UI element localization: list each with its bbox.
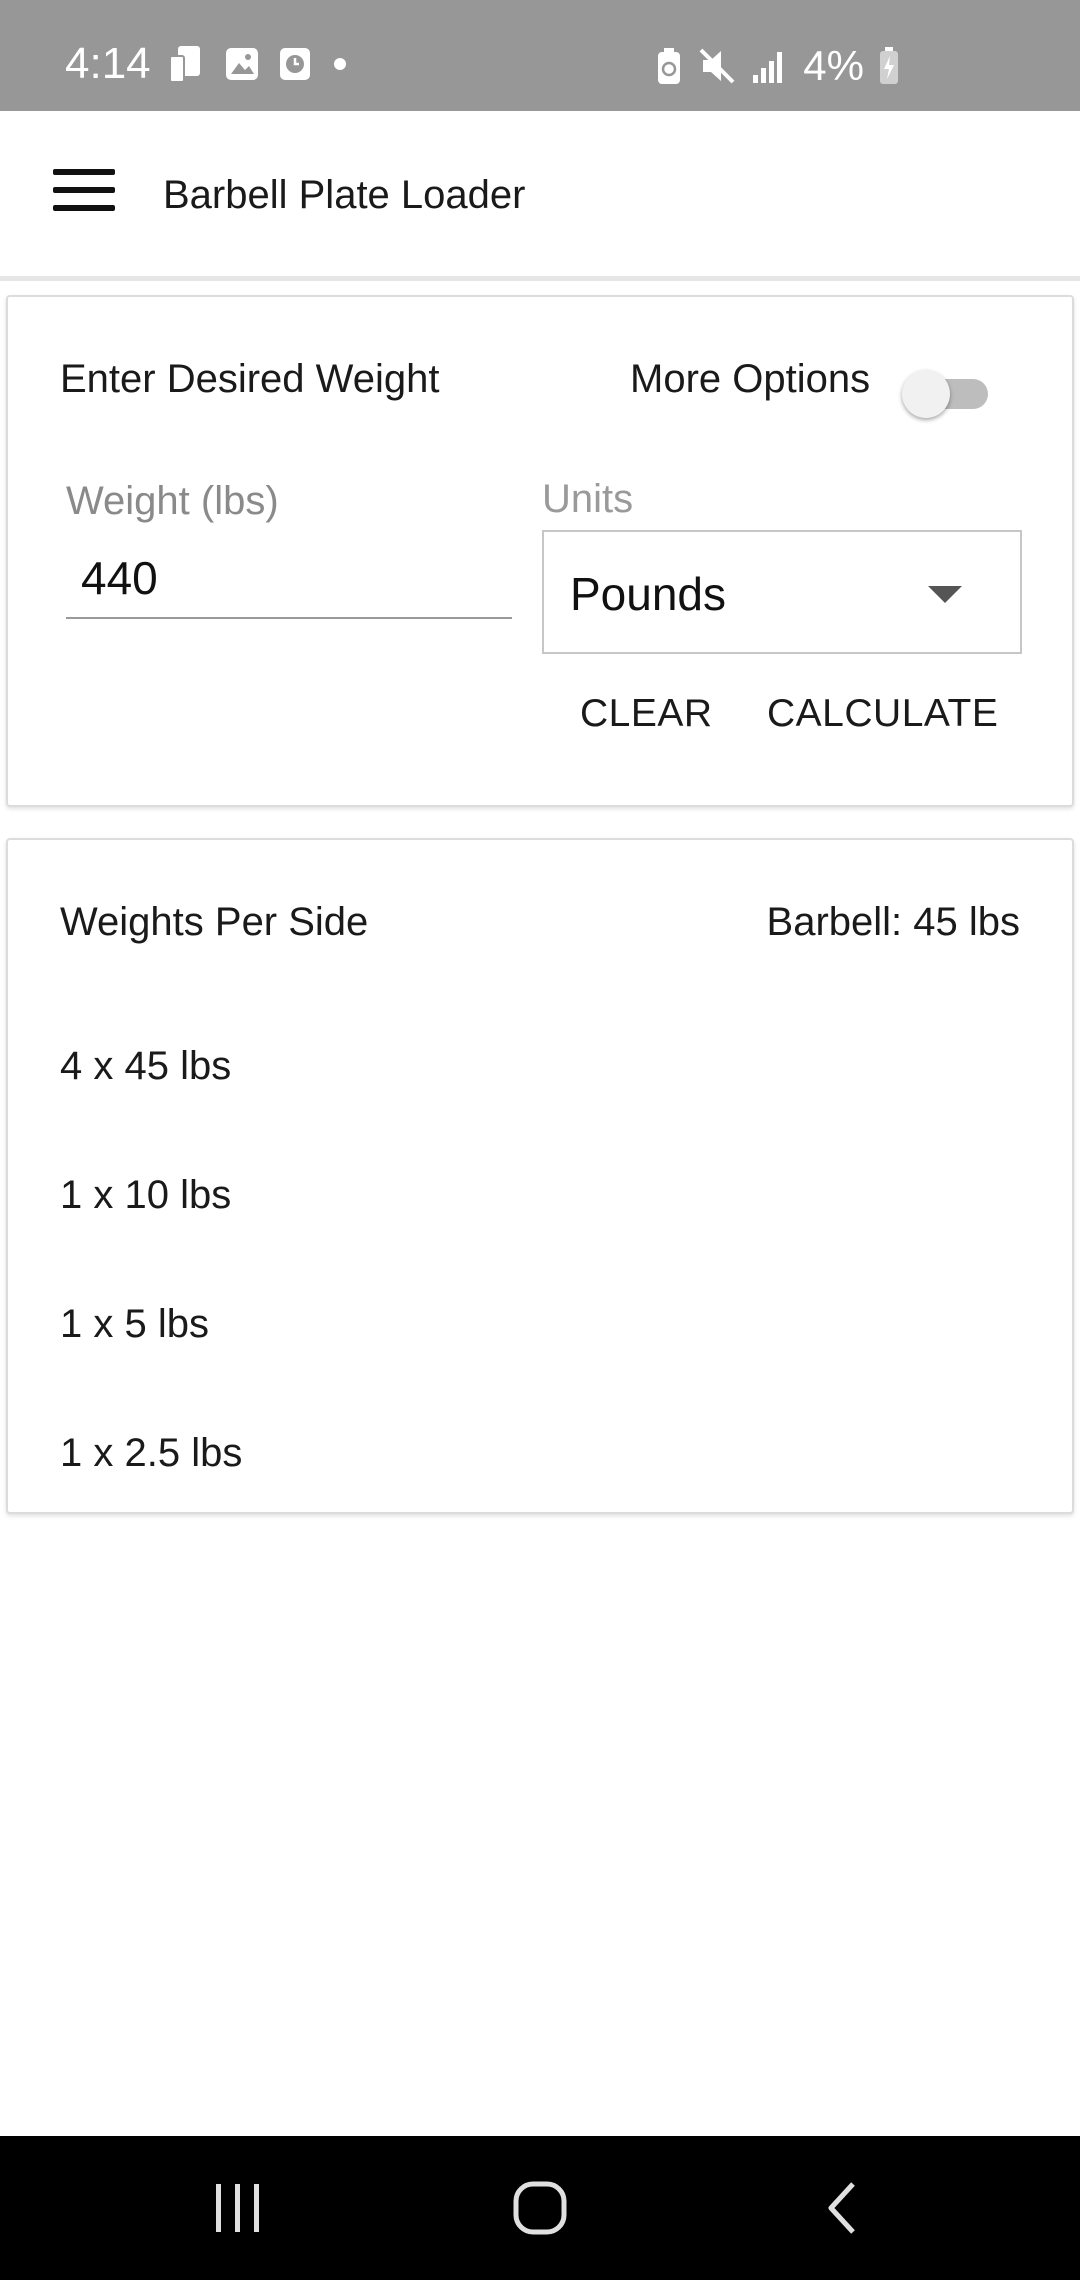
plate-item: 1 x 10 lbs xyxy=(60,1173,232,1217)
dot-icon xyxy=(330,54,350,74)
hamburger-menu-icon[interactable] xyxy=(45,163,125,223)
weight-label: Weight (lbs) xyxy=(66,479,279,523)
phone-transfer-icon xyxy=(166,44,206,84)
gallery-icon xyxy=(224,46,260,82)
enter-weight-heading: Enter Desired Weight xyxy=(60,357,440,401)
clock-icon xyxy=(278,46,312,82)
mute-icon xyxy=(697,46,737,86)
more-options-label: More Options xyxy=(630,357,871,401)
units-label: Units xyxy=(542,477,634,521)
clear-button[interactable]: CLEAR xyxy=(580,690,713,738)
plate-item: 1 x 5 lbs xyxy=(60,1302,209,1346)
weight-input[interactable] xyxy=(66,539,512,619)
battery-percentage: 4% xyxy=(803,42,864,89)
barbell-weight-label: Barbell: 45 lbs xyxy=(766,900,1020,944)
recents-icon[interactable] xyxy=(158,2136,318,2280)
weights-per-side-card: Weights Per Side Barbell: 45 lbs 4 x 45 … xyxy=(6,838,1074,1514)
status-notification-icons xyxy=(166,44,350,84)
units-selected-value: Pounds xyxy=(570,568,727,620)
app-bar: Barbell Plate Loader xyxy=(0,111,1080,281)
status-system-icons: 4% xyxy=(655,40,900,92)
weight-field: Weight (lbs) xyxy=(66,477,512,649)
units-dropdown[interactable]: Pounds xyxy=(542,530,1022,654)
dropdown-arrow-icon xyxy=(928,586,962,603)
app-title: Barbell Plate Loader xyxy=(163,173,526,217)
battery-charging-icon xyxy=(878,46,900,86)
status-time: 4:14 xyxy=(65,39,151,88)
signal-icon xyxy=(751,47,789,85)
status-bar: 4:14 4% xyxy=(0,0,1080,111)
more-options-toggle[interactable] xyxy=(898,361,998,421)
weights-per-side-heading: Weights Per Side xyxy=(60,900,369,944)
toggle-thumb xyxy=(902,370,950,418)
back-icon[interactable] xyxy=(763,2136,923,2280)
system-navigation-bar xyxy=(0,2136,1080,2280)
home-icon[interactable] xyxy=(460,2136,620,2280)
plate-item: 1 x 2.5 lbs xyxy=(60,1431,243,1475)
calculate-button[interactable]: CALCULATE xyxy=(767,690,998,738)
weight-input-card: Enter Desired Weight More Options Weight… xyxy=(6,295,1074,807)
plate-item: 4 x 45 lbs xyxy=(60,1044,232,1088)
battery-saver-icon xyxy=(655,46,683,86)
